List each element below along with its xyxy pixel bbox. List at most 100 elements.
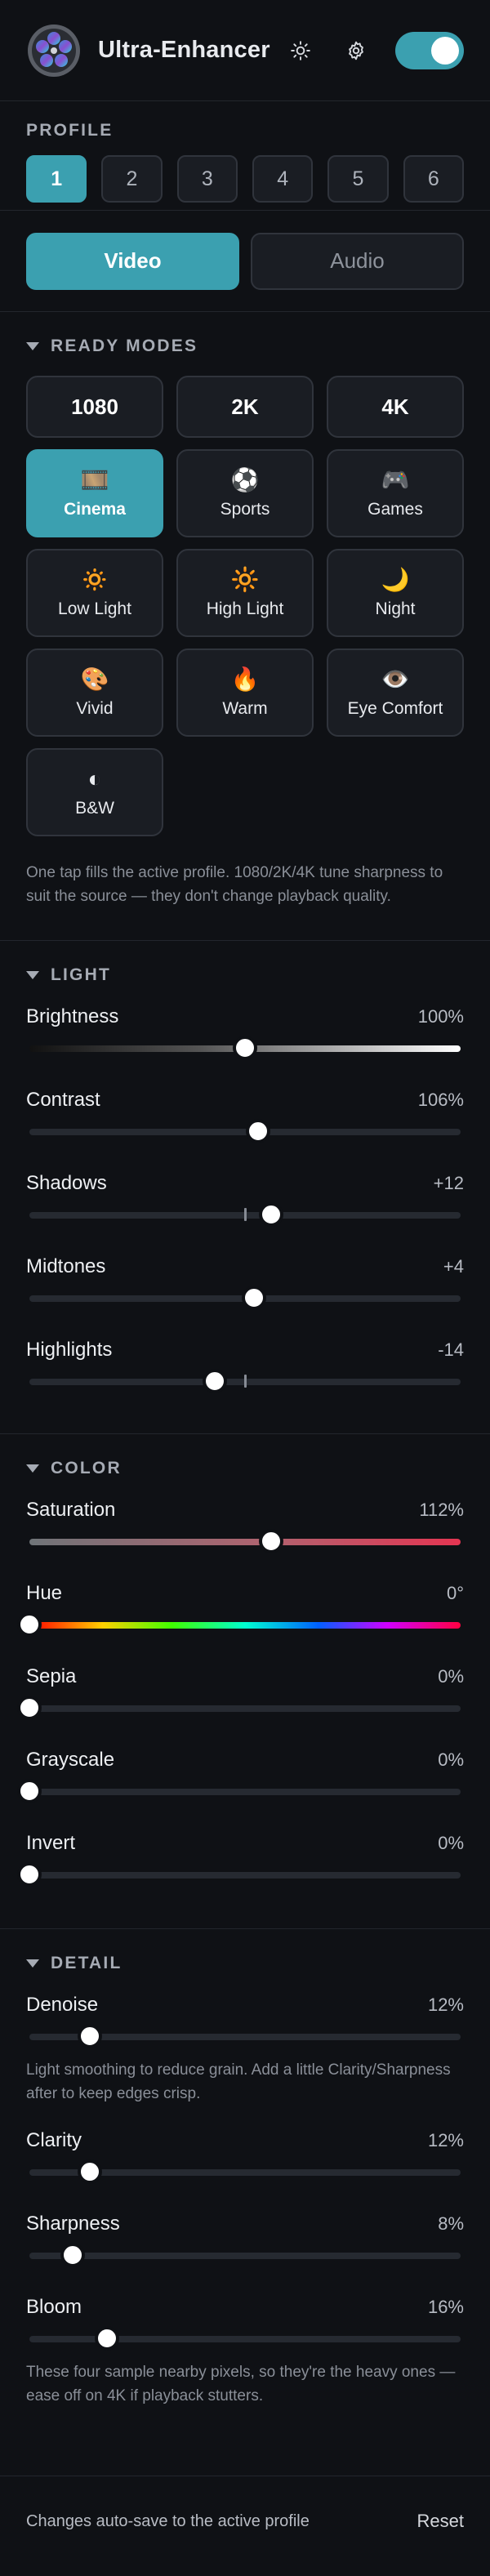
clarity-control: Clarity 12% [26,2128,464,2189]
sepia-slider[interactable] [18,1689,461,1725]
preset-bandw[interactable]: ◐ B&W [26,748,163,836]
invert-slider[interactable] [18,1856,461,1892]
saturation-thumb[interactable] [259,1530,283,1553]
clarity-slider[interactable] [29,2153,461,2189]
hue-label: Hue [26,1582,63,1604]
grayscale-slider[interactable] [18,1772,461,1808]
clarity-thumb[interactable] [78,2160,101,2183]
film-icon: 🎞️ [80,467,109,492]
collapse-caret-icon[interactable] [26,1959,39,1968]
preset-warm[interactable]: 🔥 Warm [176,648,314,737]
bright-sun-icon: 🔆 [230,567,260,592]
denoise-thumb[interactable] [78,2025,101,2048]
resolution-button-2k[interactable]: 2K [176,376,314,438]
sharpness-label: Sharpness [26,2213,120,2235]
profile-button-5[interactable]: 5 [327,155,389,203]
gear-icon [349,41,363,60]
light-section: LIGHT Brightness 100% Contrast 106% Shadows +… [0,941,490,1434]
grayscale-thumb[interactable] [18,1780,41,1803]
reset-button[interactable]: Reset [401,2504,464,2538]
eye-icon: 👁️ [381,666,410,692]
crescent-moon-icon: 🌙 [381,567,410,592]
sharpness-header: Sharpness 8% [26,2212,464,2236]
preset-high-light[interactable]: 🔆 High Light [176,549,314,637]
settings-button[interactable] [338,33,374,69]
midtones-control: Midtones +4 [26,1255,464,1315]
grayscale-control: Grayscale 0% [18,1748,464,1808]
sharpness-control: Sharpness 8% [26,2212,464,2272]
profile-selector: 123456 [26,155,464,203]
bloom-value: 16% [427,2297,464,2317]
bloom-header: Bloom 16% [26,2295,464,2320]
midtones-thumb[interactable] [242,1286,265,1309]
color-section: COLOR Saturation 112% Hue 0° Sepia 0% Grayscal… [0,1434,490,1929]
shadows-slider[interactable] [29,1196,461,1232]
palette-icon: 🎨 [80,666,109,692]
color-label: COLOR [51,1459,122,1477]
gamepad-icon: 🎮 [381,467,410,492]
profile-button-3[interactable]: 3 [176,155,238,203]
preset-vivid[interactable]: 🎨 Vivid [26,648,163,737]
saturation-slider[interactable] [29,1522,461,1558]
saturation-control: Saturation 112% [26,1498,464,1558]
bloom-thumb[interactable] [96,2327,119,2350]
contrast-label: Contrast [26,1089,100,1111]
sepia-track [29,1705,461,1712]
sharpness-slider[interactable] [29,2236,461,2272]
contrast-slider[interactable] [29,1112,461,1148]
brightness-slider[interactable] [29,1029,461,1065]
denoise-slider[interactable] [29,2017,461,2053]
invert-thumb[interactable] [18,1863,41,1886]
profile-section: PROFILE 123456 [0,101,490,211]
flame-icon: 🔥 [230,666,260,692]
resolution-button-4k[interactable]: 4K [327,376,464,438]
media-mode-section: Video Audio [0,211,490,312]
collapse-caret-icon[interactable] [26,1464,39,1473]
detail-label: DETAIL [51,1954,122,1972]
profile-button-2[interactable]: 2 [101,155,163,203]
shadows-thumb[interactable] [259,1203,283,1226]
profile-button-4[interactable]: 4 [252,155,314,203]
preset-low-light[interactable]: 🔅 Low Light [26,549,163,637]
autosave-note: Changes auto-save to the active profile [26,2511,310,2530]
preset-label: Games [368,500,423,519]
grayscale-header: Grayscale 0% [26,1748,464,1772]
saturation-header: Saturation 112% [26,1498,464,1522]
bloom-label: Bloom [26,2296,82,2318]
contrast-thumb[interactable] [246,1120,270,1143]
center-tick [244,1375,247,1388]
video-tab[interactable]: Video [26,232,239,290]
resolution-button-1080[interactable]: 1080 [26,376,163,438]
hue-thumb[interactable] [18,1613,41,1636]
preset-sports[interactable]: ⚽ Sports [176,449,314,537]
hue-slider[interactable] [18,1606,461,1642]
preset-eye-comfort[interactable]: 👁️ Eye Comfort [327,648,464,737]
grayscale-label: Grayscale [26,1749,115,1771]
brightness-control: Brightness 100% [26,1005,464,1065]
collapse-caret-icon[interactable] [26,342,39,350]
ready-modes-hint: One tap fills the active profile. 1080/2… [26,864,443,905]
light-label: LIGHT [51,965,111,984]
midtones-slider[interactable] [29,1279,461,1315]
sharpness-thumb[interactable] [60,2244,84,2266]
film-reel-logo-icon [28,24,80,77]
app-title: Ultra-Enhancer [98,37,270,63]
bloom-slider[interactable] [29,2320,461,2355]
sepia-thumb[interactable] [18,1696,41,1719]
preset-cinema[interactable]: 🎞️ Cinema [26,449,163,537]
enhancer-toggle[interactable] [395,31,464,69]
theme-button[interactable] [283,33,318,69]
collapse-caret-icon[interactable] [26,971,39,979]
sepia-control: Sepia 0% [18,1665,464,1725]
highlights-slider[interactable] [29,1362,461,1398]
denoise-hint: Light smoothing to reduce grain. Add a l… [26,2061,451,2102]
clarity-label: Clarity [26,2129,82,2151]
audio-tab[interactable]: Audio [251,232,464,290]
preset-night[interactable]: 🌙 Night [327,549,464,637]
profile-button-1[interactable]: 1 [26,155,87,203]
profile-button-6[interactable]: 6 [403,155,464,203]
preset-games[interactable]: 🎮 Games [327,449,464,537]
highlights-thumb[interactable] [203,1370,227,1393]
brightness-thumb[interactable] [234,1036,256,1059]
shadows-value: +12 [433,1173,464,1193]
